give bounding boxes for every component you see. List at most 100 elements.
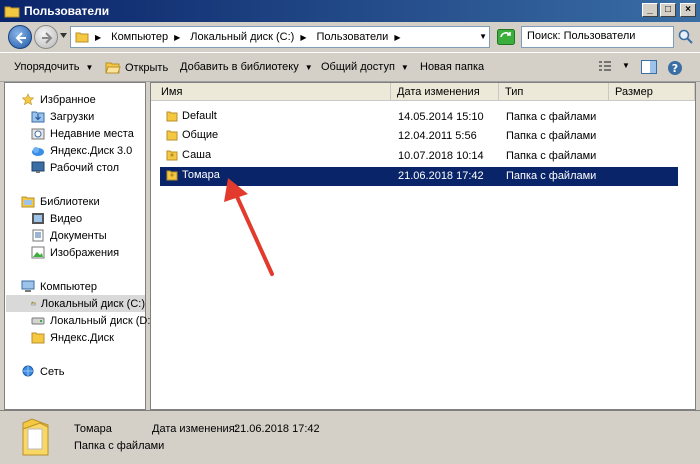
documents-library-icon: [32, 229, 44, 242]
local-disk-d-icon: [31, 317, 45, 325]
file-date: 21.06.2018 17:42: [398, 170, 484, 182]
file-row[interactable]: Саша 10.07.2018 10:14 Папка с файлами: [160, 147, 678, 166]
nav-local-disk-c[interactable]: Локальный диск (C:): [6, 295, 145, 312]
breadcrumb-users[interactable]: Пользователи: [317, 31, 389, 43]
address-dropdown-icon[interactable]: ▼: [479, 32, 487, 41]
forward-button[interactable]: [34, 25, 58, 49]
folder-icon: [75, 32, 89, 43]
new-folder-button[interactable]: Новая папка: [420, 61, 484, 73]
title-bar: Пользователи _ □ ×: [0, 0, 700, 22]
chevron-down-icon: ▼: [85, 62, 94, 72]
breadcrumb-chevron[interactable]: ▶: [394, 33, 404, 42]
folder-icon: [166, 111, 178, 122]
details-type: Папка с файлами: [74, 440, 165, 452]
file-type: Папка с файлами: [506, 150, 597, 162]
libraries-icon: [21, 196, 35, 208]
navigation-pane: Избранное Загрузки Недавние места Яндекс…: [4, 82, 154, 410]
nav-computer[interactable]: Компьютер: [21, 278, 97, 295]
open-button[interactable]: Открыть: [105, 61, 168, 74]
window-title: Пользователи: [24, 4, 110, 18]
file-date: 10.07.2018 10:14: [398, 150, 484, 162]
nav-documents[interactable]: Документы: [31, 227, 107, 244]
maximize-button[interactable]: □: [660, 3, 676, 17]
breadcrumb-root-chevron[interactable]: ▶: [95, 33, 105, 42]
help-icon[interactable]: ?: [667, 60, 683, 76]
arrow-left-icon: [15, 32, 26, 44]
svg-text:?: ?: [672, 62, 678, 75]
file-type: Папка с файлами: [506, 130, 597, 142]
nav-network[interactable]: Сеть: [21, 363, 64, 380]
search-input[interactable]: Поиск: Пользователи: [521, 26, 674, 48]
video-library-icon: [32, 213, 44, 224]
folder-large-icon: [22, 418, 49, 456]
column-header-date[interactable]: Дата изменения: [391, 83, 499, 101]
search-icon[interactable]: [677, 27, 695, 47]
share-menu[interactable]: Общий доступ ▼: [321, 61, 409, 73]
file-name: Default: [182, 110, 217, 122]
nav-yandex-disk-3[interactable]: Яндекс.Диск 3.0: [31, 142, 132, 159]
view-options-icon[interactable]: [598, 60, 612, 74]
file-list: Имя Дата изменения Тип Размер Default 14…: [150, 82, 696, 410]
folder-icon: [4, 6, 20, 18]
nav-downloads[interactable]: Загрузки: [31, 108, 94, 125]
view-dropdown-icon[interactable]: ▼: [622, 61, 630, 70]
organize-menu[interactable]: Упорядочить ▼: [14, 61, 93, 73]
breadcrumb-chevron[interactable]: ▶: [300, 33, 310, 42]
address-row: ▶ Компьютер ▶ Локальный диск (C:) ▶ Поль…: [0, 22, 700, 52]
refresh-icon[interactable]: [497, 29, 515, 45]
computer-icon: [21, 280, 35, 292]
chevron-down-icon: ▼: [400, 62, 409, 72]
nav-yandex-disk[interactable]: Яндекс.Диск: [31, 329, 114, 346]
nav-local-disk-d[interactable]: Локальный диск (D:): [31, 312, 154, 329]
file-name: Саша: [182, 149, 212, 161]
user-folder-icon: [166, 170, 178, 181]
star-icon: [21, 93, 35, 106]
add-to-library-menu[interactable]: Добавить в библиотеку ▼: [180, 61, 313, 73]
details-pane: Томара Папка с файлами Дата изменения: 2…: [0, 410, 700, 464]
file-type: Папка с файлами: [506, 170, 597, 182]
local-disk-c-icon: [31, 301, 36, 306]
nav-images[interactable]: Изображения: [31, 244, 119, 261]
details-name: Томара: [74, 423, 112, 435]
address-bar[interactable]: ▶ Компьютер ▶ Локальный диск (C:) ▶ Поль…: [70, 26, 490, 48]
close-button[interactable]: ×: [680, 3, 696, 17]
nav-recent-places[interactable]: Недавние места: [31, 125, 134, 142]
file-type: Папка с файлами: [506, 111, 597, 123]
file-date: 12.04.2011 5:56: [398, 130, 477, 142]
details-date-value: 21.06.2018 17:42: [234, 423, 320, 435]
breadcrumb-chevron[interactable]: ▶: [174, 33, 184, 42]
file-name: Томара: [182, 169, 220, 181]
back-button[interactable]: [8, 25, 32, 49]
downloads-folder-icon: [31, 111, 45, 123]
folder-icon: [166, 130, 178, 141]
details-date-label: Дата изменения:: [152, 423, 238, 435]
arrow-right-icon: [42, 32, 53, 44]
file-row[interactable]: Общие 12.04.2011 5:56 Папка с файлами: [160, 127, 678, 146]
desktop-icon: [31, 161, 45, 173]
nav-libraries[interactable]: Библиотеки: [21, 193, 100, 210]
network-icon: [22, 365, 34, 377]
minimize-button[interactable]: _: [642, 3, 658, 17]
column-header-type[interactable]: Тип: [499, 83, 609, 101]
history-dropdown-icon[interactable]: [60, 33, 67, 38]
column-header-bar: Имя Дата изменения Тип Размер: [151, 83, 695, 101]
breadcrumb-disk-c[interactable]: Локальный диск (C:): [190, 31, 294, 43]
yandex-disk-icon: [32, 147, 44, 156]
column-header-name[interactable]: Имя: [155, 83, 391, 101]
chevron-down-icon: ▼: [304, 62, 313, 72]
yandex-disk-folder-icon: [31, 332, 45, 344]
file-row[interactable]: Default 14.05.2014 15:10 Папка с файлами: [160, 108, 678, 127]
column-header-size[interactable]: Размер: [609, 83, 695, 101]
file-date: 14.05.2014 15:10: [398, 111, 484, 123]
nav-favorites[interactable]: Избранное: [21, 91, 96, 108]
nav-video[interactable]: Видео: [31, 210, 82, 227]
nav-desktop[interactable]: Рабочий стол: [31, 159, 119, 176]
preview-pane-icon[interactable]: [641, 60, 657, 74]
file-row-selected[interactable]: Томара 21.06.2018 17:42 Папка с файлами: [160, 167, 678, 186]
command-bar: Упорядочить ▼ Открыть Добавить в библиоте…: [0, 52, 700, 82]
recent-places-icon: [31, 128, 45, 140]
file-name: Общие: [182, 129, 219, 141]
breadcrumb-computer[interactable]: Компьютер: [111, 31, 168, 43]
open-folder-icon: [105, 62, 121, 74]
pictures-library-icon: [31, 246, 45, 259]
